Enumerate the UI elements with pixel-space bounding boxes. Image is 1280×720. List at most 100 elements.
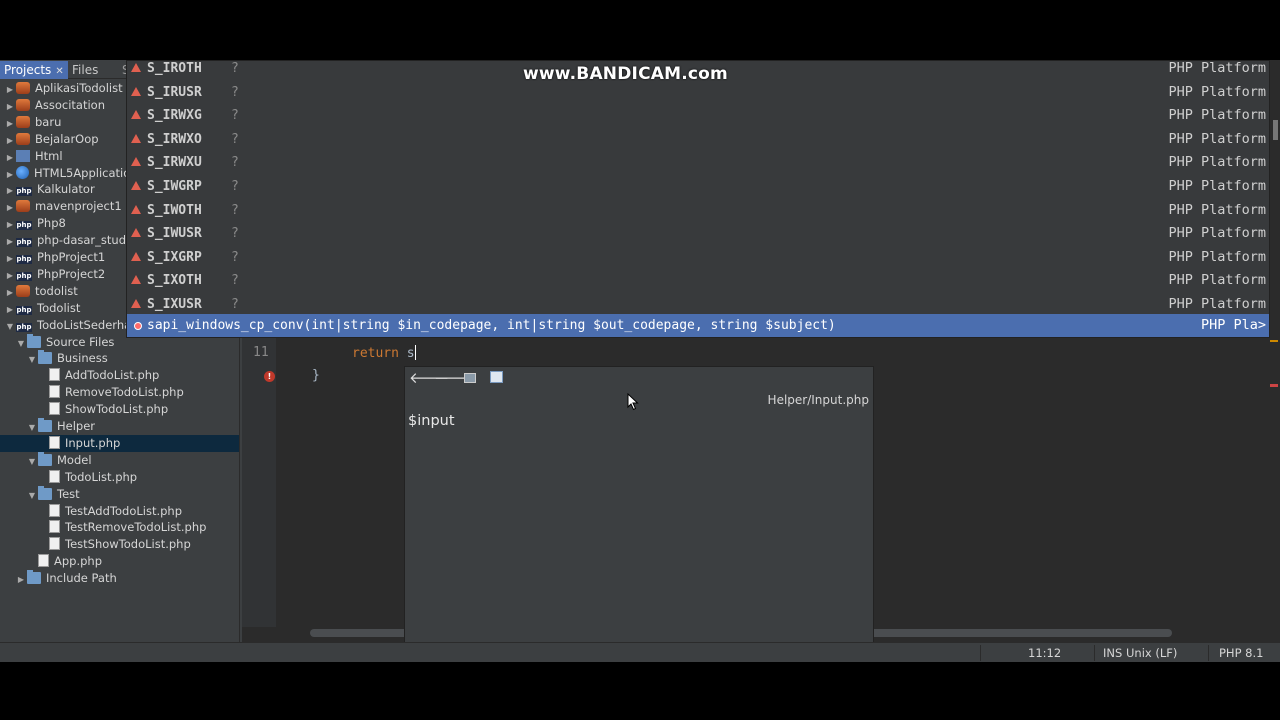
insert-mode[interactable]: INS bbox=[1103, 646, 1122, 660]
collapse-toggle-icon[interactable]: ▼ bbox=[26, 487, 38, 504]
show-source-icon[interactable] bbox=[487, 369, 505, 387]
php-file-icon bbox=[49, 435, 60, 449]
tree-item[interactable]: ▶ AplikasiTodolist bbox=[0, 80, 123, 97]
completion-item-type: ? bbox=[231, 249, 239, 265]
tree-item-label: Todolist bbox=[37, 300, 81, 315]
expand-toggle-icon[interactable]: ▶ bbox=[4, 284, 16, 301]
line-ending[interactable]: Unix (LF) bbox=[1126, 646, 1177, 660]
tree-item[interactable]: ▶ BejalarOop bbox=[0, 131, 99, 148]
tree-item-label: TestShowTodoList.php bbox=[65, 537, 191, 552]
expand-toggle-icon[interactable]: ▶ bbox=[4, 250, 16, 267]
tree-item[interactable]: ▶ php PhpProject2 bbox=[0, 266, 105, 283]
completion-item[interactable]: S_IXGRP? PHP Platform bbox=[127, 246, 1269, 270]
tree-item[interactable]: ▶ Html bbox=[0, 148, 63, 165]
tree-item-label: Test bbox=[57, 486, 80, 501]
completion-item[interactable]: S_IWOTH? PHP Platform bbox=[127, 199, 1269, 223]
tab-projects[interactable]: Projects ✕ bbox=[0, 61, 68, 79]
expand-toggle-icon[interactable]: ▶ bbox=[15, 571, 27, 588]
tree-item-label: Php8 bbox=[37, 216, 66, 231]
tree-item[interactable]: ▼ php TodoListSederha bbox=[0, 317, 131, 334]
tree-item[interactable]: ▶ Include Path bbox=[0, 570, 117, 587]
collapse-toggle-icon[interactable]: ▼ bbox=[26, 351, 38, 368]
completion-item[interactable]: S_IXOTH? PHP Platform bbox=[127, 269, 1269, 293]
project-icon bbox=[16, 115, 30, 128]
error-icon[interactable]: ! bbox=[264, 371, 275, 382]
back-arrow-icon[interactable]: 🡐 bbox=[409, 369, 449, 387]
tree-item[interactable]: ▶ Associtation bbox=[0, 97, 105, 114]
completion-item[interactable]: S_IWUSR? PHP Platform bbox=[127, 222, 1269, 246]
expand-toggle-icon[interactable]: ▶ bbox=[4, 216, 16, 233]
folder-icon bbox=[38, 418, 52, 432]
completion-item-type: ? bbox=[231, 131, 239, 147]
folder-icon bbox=[38, 350, 52, 365]
tree-item[interactable]: AddTodoList.php bbox=[0, 367, 159, 384]
tree-item[interactable]: ▼ Business bbox=[0, 350, 108, 367]
expand-toggle-icon[interactable]: ▶ bbox=[4, 233, 16, 250]
tree-item[interactable]: ▶ php Php8 bbox=[0, 215, 66, 232]
tree-item[interactable]: ▶ php Todolist bbox=[0, 300, 80, 317]
expand-toggle-icon[interactable]: ▶ bbox=[4, 115, 16, 132]
return-keyword: return bbox=[352, 346, 399, 361]
expand-toggle-icon[interactable]: ▶ bbox=[4, 199, 16, 216]
tree-item[interactable]: App.php bbox=[0, 553, 102, 570]
expand-toggle-icon[interactable]: ▶ bbox=[4, 132, 16, 149]
tree-item[interactable]: ▶ HTML5Applicatio bbox=[0, 165, 130, 182]
code-line[interactable]: return s bbox=[352, 345, 416, 361]
html-project-icon bbox=[16, 149, 30, 162]
tree-item[interactable]: RemoveTodoList.php bbox=[0, 384, 184, 401]
tree-item[interactable]: ▶ baru bbox=[0, 114, 61, 131]
tree-item-label: php-dasar_studi bbox=[37, 233, 130, 248]
completion-item[interactable]: S_IRWXU? PHP Platform bbox=[127, 151, 1269, 175]
expand-toggle-icon[interactable]: ▶ bbox=[4, 98, 16, 115]
tree-item[interactable]: TestShowTodoList.php bbox=[0, 536, 191, 553]
tree-item-label: App.php bbox=[54, 554, 103, 569]
tree-item[interactable]: TestRemoveTodoList.php bbox=[0, 519, 206, 536]
collapse-toggle-icon[interactable]: ▼ bbox=[26, 419, 38, 436]
tree-item[interactable]: ▶ todolist bbox=[0, 283, 78, 300]
completion-item[interactable]: S_IRUSR? PHP Platform bbox=[127, 81, 1269, 105]
tree-item[interactable]: ▼ Model bbox=[0, 451, 92, 470]
completion-item-name: S_IRWXU bbox=[147, 155, 202, 171]
completion-item-selected[interactable]: sapi_windows_cp_conv(int|string $in_code… bbox=[127, 313, 1269, 337]
collapse-toggle-icon[interactable]: ▼ bbox=[15, 335, 27, 352]
collapse-toggle-icon[interactable]: ▼ bbox=[4, 318, 16, 335]
completion-item-source: PHP Platform bbox=[1168, 178, 1266, 194]
php-version[interactable]: PHP 8.1 bbox=[1219, 646, 1263, 660]
expand-toggle-icon[interactable]: ▶ bbox=[4, 166, 16, 183]
tree-item[interactable]: TestAddTodoList.php bbox=[0, 503, 182, 520]
tree-item[interactable]: ▶ php Kalkulator bbox=[0, 181, 95, 198]
tree-item[interactable]: ▶ mavenproject1 bbox=[0, 198, 122, 215]
warning-stripe-marker[interactable] bbox=[1270, 340, 1278, 342]
completion-scrollbar[interactable] bbox=[1273, 120, 1278, 140]
forward-arrow-icon[interactable]: 🡒 bbox=[434, 369, 474, 387]
tree-item[interactable]: ▶ php PhpProject1 bbox=[0, 249, 105, 266]
expand-toggle-icon[interactable]: ▶ bbox=[4, 182, 16, 199]
tree-item[interactable]: ▼ Source Files bbox=[0, 333, 114, 352]
tree-item[interactable]: ▼ Helper bbox=[0, 418, 95, 435]
expand-toggle-icon[interactable]: ▶ bbox=[4, 301, 16, 318]
error-stripe-marker[interactable] bbox=[1270, 384, 1278, 387]
completion-item-source: PHP Platform bbox=[1168, 225, 1266, 242]
collapse-toggle-icon[interactable]: ▼ bbox=[26, 453, 38, 470]
expand-toggle-icon[interactable]: ▶ bbox=[4, 81, 16, 98]
doc-toolbar: 🡐 🡒 bbox=[405, 367, 873, 389]
completion-item-name: S_IWOTH bbox=[147, 202, 202, 218]
completion-item[interactable]: S_IRWXG? PHP Platform bbox=[127, 104, 1269, 128]
close-icon[interactable]: ✕ bbox=[55, 66, 63, 77]
php-file-icon bbox=[49, 537, 60, 551]
expand-toggle-icon[interactable]: ▶ bbox=[4, 149, 16, 166]
tree-item[interactable]: ▼ Test bbox=[0, 485, 80, 504]
expand-toggle-icon[interactable]: ▶ bbox=[4, 267, 16, 284]
tree-item[interactable]: TodoList.php bbox=[0, 469, 137, 486]
completion-item[interactable]: S_IRWXO? PHP Platform bbox=[127, 128, 1269, 152]
tree-item[interactable]: ShowTodoList.php bbox=[0, 401, 168, 418]
tree-item[interactable]: ▶ php php-dasar_studi bbox=[0, 232, 129, 249]
doc-symbol-name: $input bbox=[408, 413, 455, 429]
mouse-pointer-icon bbox=[627, 393, 639, 411]
completion-item[interactable]: S_IWGRP? PHP Platform bbox=[127, 175, 1269, 199]
open-in-browser-icon[interactable] bbox=[461, 369, 479, 387]
php-project-icon: php bbox=[16, 221, 32, 231]
tree-item-label: TodoList.php bbox=[65, 469, 138, 484]
tab-files[interactable]: Files bbox=[68, 61, 102, 79]
tree-item[interactable]: Input.php bbox=[0, 434, 239, 452]
